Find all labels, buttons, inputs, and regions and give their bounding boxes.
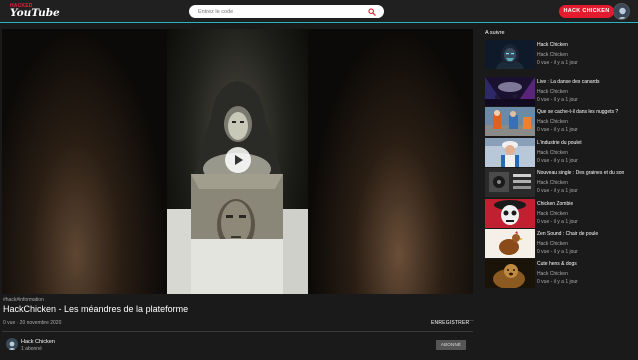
search-bar[interactable] <box>189 5 384 18</box>
search-input[interactable] <box>198 5 358 18</box>
up-next-meta: 0 vue - il y a 1 jour <box>537 188 578 194</box>
thumbnail-skull <box>485 199 535 228</box>
up-next-title: Que se cache-t-il dans les nuggets ? <box>537 109 619 115</box>
up-next-title: Chicken Zombie <box>537 201 574 207</box>
video-hashtags[interactable]: #hack#information <box>3 297 44 303</box>
thumbnail-factory <box>485 107 535 136</box>
up-next-item[interactable]: L'industrie du poulet Hack Chicken 0 vue… <box>485 138 635 167</box>
thumbnail-hen <box>485 229 535 258</box>
channel-avatar[interactable] <box>6 338 18 350</box>
up-next-item[interactable]: Live : La danse des canards Hack Chicken… <box>485 77 635 106</box>
thumbnail-studio <box>485 168 535 197</box>
video-frame-left <box>2 29 167 294</box>
up-next-meta: 0 vue - il y a 1 jour <box>537 127 578 133</box>
up-next-channel: Hack Chicken <box>537 241 568 247</box>
up-next-meta: 0 vue - il y a 1 jour <box>537 279 578 285</box>
logo-main-text: YouTube <box>10 7 60 19</box>
up-next-item[interactable]: Hack Chicken Hack Chicken 0 vue - il y a… <box>485 40 635 69</box>
video-views-date: 0 vue · 20 novembre 2020 <box>3 320 62 326</box>
up-next-item[interactable]: Cute hens & dogs Hack Chicken 0 vue - il… <box>485 259 635 288</box>
save-button[interactable]: ENREGISTRER <box>431 320 469 326</box>
up-next-title: Nouveau single : Des graines et du son <box>537 170 625 176</box>
search-icon[interactable] <box>368 8 376 16</box>
thumbnail-worker <box>485 138 535 167</box>
up-next-meta: 0 vue - il y a 1 jour <box>537 97 578 103</box>
up-next-channel: Hack Chicken <box>537 211 568 217</box>
user-avatar[interactable] <box>613 3 630 20</box>
up-next-channel: Hack Chicken <box>537 89 568 95</box>
up-next-item[interactable]: Zen Sound : Chair de poule Hack Chicken … <box>485 229 635 258</box>
top-bar: HACKED YouTube HACK CHICKEN <box>0 0 638 23</box>
up-next-item[interactable]: Chicken Zombie Hack Chicken 0 vue - il y… <box>485 199 635 228</box>
channel-subscribers: 1 abonné <box>21 346 42 352</box>
video-frame-right <box>308 29 473 294</box>
up-next-item[interactable]: Que se cache-t-il dans les nuggets ? Hac… <box>485 107 635 136</box>
up-next-title: Cute hens & dogs <box>537 261 577 267</box>
logo[interactable]: HACKED YouTube <box>10 3 60 20</box>
up-next-channel: Hack Chicken <box>537 180 568 186</box>
up-next-title: L'industrie du poulet <box>537 140 582 146</box>
channel-name[interactable]: Hack Chicken <box>21 339 55 345</box>
play-button[interactable] <box>225 147 251 173</box>
video-title: HackChicken - Les méandres de la platefo… <box>3 304 189 314</box>
video-player[interactable] <box>2 29 473 294</box>
up-next-channel: Hack Chicken <box>537 271 568 277</box>
hack-chicken-button[interactable]: HACK CHICKEN <box>559 5 614 18</box>
up-next-heading: A suivre <box>485 30 505 36</box>
up-next-title: Hack Chicken <box>537 42 568 48</box>
more-actions-button[interactable]: ··· <box>468 318 474 324</box>
up-next-title: Live : La danse des canards <box>537 79 600 85</box>
up-next-item[interactable]: Nouveau single : Des graines et du son H… <box>485 168 635 197</box>
thumbnail-masked-hacker <box>485 40 535 69</box>
up-next-channel: Hack Chicken <box>537 150 568 156</box>
thumbnail-concert <box>485 77 535 106</box>
up-next-channel: Hack Chicken <box>537 52 568 58</box>
up-next-meta: 0 vue - il y a 1 jour <box>537 219 578 225</box>
divider <box>2 331 473 332</box>
play-icon <box>235 155 243 165</box>
up-next-meta: 0 vue - il y a 1 jour <box>537 60 578 66</box>
thumbnail-dog <box>485 259 535 288</box>
up-next-meta: 0 vue - il y a 1 jour <box>537 158 578 164</box>
subscribe-button[interactable]: ABONNÉ <box>436 340 466 350</box>
up-next-title: Zen Sound : Chair de poule <box>537 231 599 237</box>
up-next-channel: Hack Chicken <box>537 119 568 125</box>
up-next-meta: 0 vue - il y a 1 jour <box>537 249 578 255</box>
